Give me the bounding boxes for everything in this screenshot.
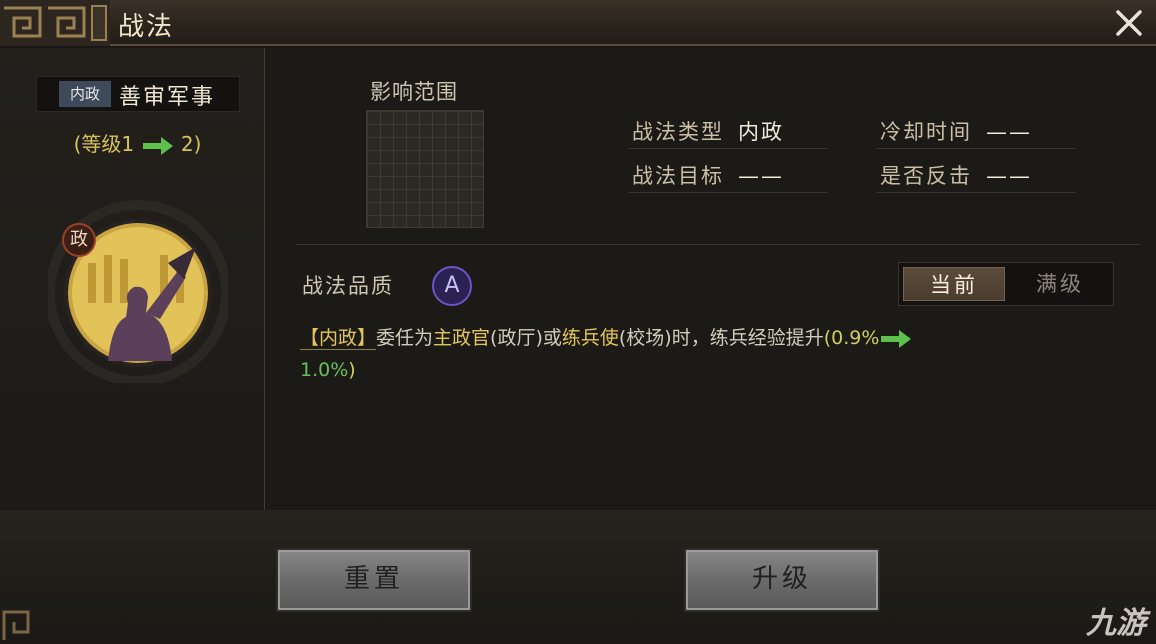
skill-type-row: 战法类型 内政 xyxy=(632,116,784,146)
row-divider xyxy=(876,192,1076,193)
description-text: (校场)时，练兵经验提升 xyxy=(618,327,824,349)
skill-name-box: 内政 善审军事 xyxy=(36,76,240,112)
description-old-value: (0.9% xyxy=(823,327,880,349)
level-to: 2) xyxy=(180,132,202,156)
politics-badge: 政 xyxy=(62,223,96,257)
level-toggle: 当前 满级 xyxy=(898,262,1114,306)
description-text: (政厅)或 xyxy=(490,327,562,349)
cooldown-value: —— xyxy=(986,120,1032,144)
skill-name: 善审军事 xyxy=(119,85,216,110)
skill-type-label: 战法类型 xyxy=(632,120,724,144)
description-tag: 【内政】 xyxy=(300,327,377,350)
counter-value: —— xyxy=(986,164,1032,188)
reset-button[interactable]: 重置 xyxy=(278,550,470,610)
cooldown-row: 冷却时间 —— xyxy=(880,116,1032,146)
title-ornament-icon xyxy=(0,0,110,46)
description-close: ) xyxy=(348,359,356,381)
quality-grade-badge: A xyxy=(432,266,472,306)
cooldown-label: 冷却时间 xyxy=(880,120,972,144)
skill-type-value: 内政 xyxy=(738,120,784,144)
level-from: (等级1 xyxy=(73,132,135,156)
corner-ornament-icon xyxy=(2,610,30,640)
title-bar: 战法 xyxy=(0,0,1156,46)
range-grid xyxy=(366,110,484,228)
counter-label: 是否反击 xyxy=(880,164,972,188)
skill-target-value: —— xyxy=(738,164,784,188)
row-divider xyxy=(628,192,828,193)
arrow-right-icon xyxy=(881,329,912,348)
skill-description: 【内政】委任为主政官(政厅)或练兵使(校场)时，练兵经验提升(0.9% 1.0%) xyxy=(300,322,1130,386)
description-highlight: 主政官 xyxy=(433,327,491,349)
arrow-right-icon xyxy=(142,136,173,155)
portrait-icon xyxy=(45,200,231,386)
range-label: 影响范围 xyxy=(370,80,458,104)
description-text: 委任为 xyxy=(376,327,434,349)
description-new-value: 1.0% xyxy=(300,359,349,381)
description-highlight: 练兵使 xyxy=(561,327,619,349)
section-divider xyxy=(296,244,1140,245)
toggle-current-button[interactable]: 当前 xyxy=(903,267,1005,301)
skill-type-tag: 内政 xyxy=(59,81,111,107)
action-bar: 重置 升级 xyxy=(0,510,1156,644)
skill-level-line: (等级1 2) xyxy=(0,128,275,157)
close-icon[interactable] xyxy=(1112,6,1146,40)
skill-portrait: 政 xyxy=(45,193,231,386)
watermark-logo: 九游 xyxy=(1086,606,1146,641)
row-divider xyxy=(628,148,828,149)
skill-summary-panel: 内政 善审军事 (等级1 2) 政 xyxy=(0,48,265,510)
skill-target-label: 战法目标 xyxy=(632,164,724,188)
counter-row: 是否反击 —— xyxy=(880,160,1032,190)
quality-label: 战法品质 xyxy=(302,274,394,298)
skill-target-row: 战法目标 —— xyxy=(632,160,784,190)
toggle-max-button[interactable]: 满级 xyxy=(1009,267,1111,301)
upgrade-button[interactable]: 升级 xyxy=(686,550,878,610)
row-divider xyxy=(876,148,1076,149)
skill-detail-panel: 影响范围 战法类型 内政 冷却时间 —— 战法目标 —— 是否反击 —— 战法品质 A … xyxy=(266,48,1156,510)
window-title: 战法 xyxy=(118,12,175,42)
